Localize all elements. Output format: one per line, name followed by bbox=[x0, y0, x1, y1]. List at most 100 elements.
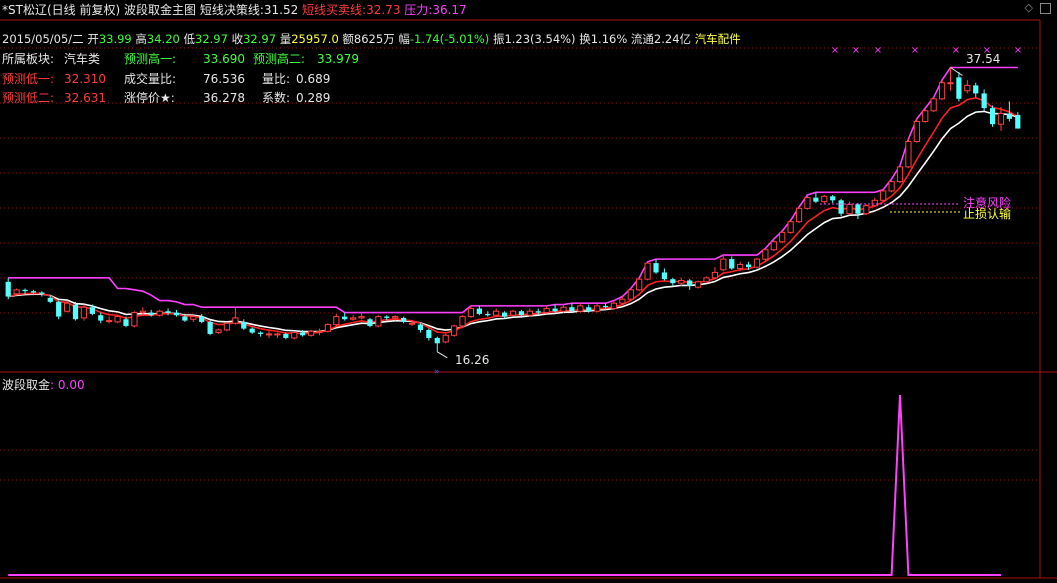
candle bbox=[114, 315, 121, 324]
candle-body bbox=[896, 166, 904, 183]
candle bbox=[543, 305, 550, 314]
candle bbox=[367, 317, 373, 328]
candle-body bbox=[257, 332, 264, 334]
candle-body bbox=[291, 332, 298, 339]
candle-body bbox=[249, 328, 255, 333]
price-chart[interactable]: × × × × × × × » bbox=[0, 0, 1057, 583]
candle bbox=[450, 324, 458, 337]
candle-body bbox=[333, 316, 340, 326]
candle-body bbox=[5, 281, 11, 297]
candle-body bbox=[501, 312, 508, 317]
candle bbox=[930, 97, 937, 113]
candle bbox=[687, 279, 693, 290]
candle-body bbox=[173, 312, 180, 316]
candle-body bbox=[888, 181, 895, 192]
candle-body bbox=[324, 324, 332, 332]
candle bbox=[509, 309, 517, 317]
candle-body bbox=[535, 311, 541, 313]
candle-body bbox=[670, 279, 676, 284]
pressure-line bbox=[8, 66, 1018, 314]
candle-body bbox=[543, 308, 550, 314]
candle bbox=[753, 257, 761, 269]
candle-body bbox=[232, 317, 239, 324]
candle-body bbox=[485, 313, 491, 316]
candle-body bbox=[821, 195, 828, 203]
candle-body bbox=[434, 337, 440, 344]
candle bbox=[913, 118, 920, 143]
candle bbox=[56, 300, 62, 320]
top-x-mark: × bbox=[852, 45, 860, 56]
candle-body bbox=[636, 278, 643, 291]
candle bbox=[106, 316, 113, 324]
candle-body bbox=[973, 85, 979, 94]
candle-body bbox=[997, 112, 1005, 125]
max-pointer bbox=[950, 67, 963, 76]
candle-body bbox=[830, 196, 836, 201]
candle-body bbox=[199, 316, 205, 322]
candle bbox=[190, 315, 197, 322]
arrow-marker: » bbox=[434, 367, 440, 377]
candle bbox=[223, 321, 231, 332]
candle-body bbox=[880, 190, 887, 201]
candle-body bbox=[703, 277, 710, 283]
candle-body bbox=[711, 271, 719, 279]
candle-body bbox=[737, 263, 744, 269]
decision-line bbox=[8, 110, 1019, 333]
candle bbox=[426, 328, 432, 341]
candle-body bbox=[661, 272, 668, 280]
candle-body bbox=[795, 207, 803, 223]
candle bbox=[173, 309, 180, 317]
candle bbox=[207, 320, 213, 336]
candle-body bbox=[114, 316, 121, 323]
candle-body bbox=[947, 82, 954, 85]
candle-body bbox=[401, 317, 407, 322]
top-x-mark: × bbox=[983, 45, 991, 56]
candle bbox=[476, 305, 482, 316]
candle-body bbox=[123, 319, 129, 326]
candle bbox=[973, 82, 979, 98]
candle-body bbox=[13, 289, 20, 295]
candle bbox=[922, 108, 929, 123]
candle bbox=[241, 319, 247, 330]
candle-body bbox=[131, 312, 138, 327]
candle-body bbox=[745, 264, 752, 268]
candle bbox=[417, 323, 424, 333]
candle-body bbox=[265, 333, 273, 336]
candle bbox=[80, 304, 88, 321]
candle-body bbox=[762, 249, 769, 260]
candle bbox=[577, 303, 584, 313]
candle-body bbox=[846, 203, 853, 215]
top-x-mark: × bbox=[911, 45, 919, 56]
candle bbox=[442, 333, 449, 344]
candle-body bbox=[375, 316, 382, 327]
candle-body bbox=[1006, 113, 1012, 119]
candle bbox=[813, 192, 819, 203]
candle bbox=[670, 277, 676, 286]
candle bbox=[350, 315, 357, 321]
candle bbox=[830, 194, 836, 203]
candle bbox=[291, 331, 298, 340]
candle-body bbox=[80, 306, 88, 319]
sub-panel-chart bbox=[8, 394, 1001, 576]
candle-body bbox=[694, 281, 702, 288]
candle bbox=[39, 291, 45, 297]
candle-body bbox=[1015, 114, 1021, 129]
candle-body bbox=[106, 320, 113, 323]
candle-body bbox=[283, 333, 289, 338]
candle-body bbox=[459, 316, 466, 327]
min-pointer bbox=[437, 351, 448, 359]
indicator-lines bbox=[8, 66, 1019, 335]
candle-body bbox=[207, 321, 213, 334]
candle-body bbox=[964, 84, 971, 92]
candle-body bbox=[720, 258, 727, 271]
candle bbox=[981, 89, 987, 111]
candle-body bbox=[56, 301, 62, 317]
candle-body bbox=[938, 82, 946, 100]
candle bbox=[434, 336, 440, 352]
candle bbox=[880, 189, 887, 202]
candle-body bbox=[653, 263, 659, 273]
candle bbox=[98, 312, 104, 324]
candle-body bbox=[182, 316, 188, 321]
candle bbox=[787, 220, 794, 234]
candle bbox=[711, 267, 719, 280]
